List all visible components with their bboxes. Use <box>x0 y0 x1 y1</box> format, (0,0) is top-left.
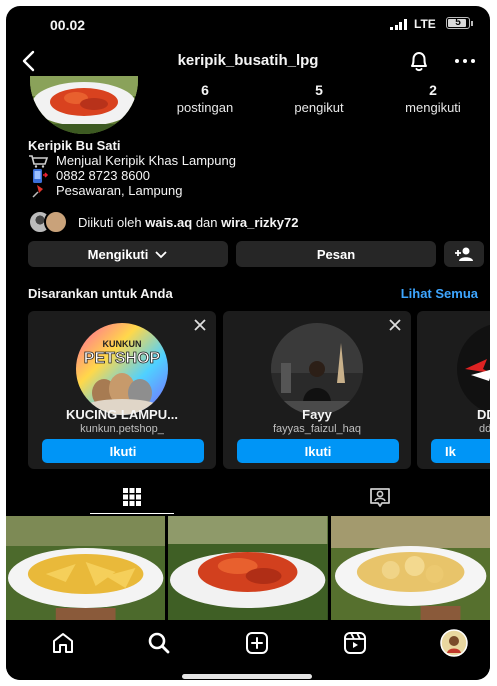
suggestion-title: Fayy <box>302 407 332 422</box>
follower-name: wais.aq <box>145 214 193 230</box>
bio-line-3: Pesawaran, Lampung <box>56 183 183 198</box>
bio-line-2[interactable]: 0882 8723 8600 <box>56 168 150 183</box>
following-button[interactable]: Mengikuti <box>28 241 228 267</box>
grid-icon <box>123 488 141 506</box>
suggestion-card[interactable]: Fayy fayyas_faizul_haq Ikuti <box>223 311 411 469</box>
logo-top-text: KUNKUN <box>103 339 142 349</box>
phone-icon <box>33 168 49 183</box>
home-icon[interactable] <box>50 630 76 656</box>
avatar <box>44 210 68 234</box>
follow-button[interactable]: Ikuti <box>237 439 399 463</box>
signal-icon <box>390 19 407 30</box>
suggestion-handle: fayyas_faizul_haq <box>272 423 362 435</box>
followed-by[interactable]: Diikuti oleh wais.aq dan wira_rizky72 <box>28 209 298 235</box>
follow-button[interactable]: Ikuti <box>42 439 204 463</box>
more-horizontal-icon[interactable] <box>452 48 478 74</box>
stat-number: 5 <box>315 82 323 98</box>
stat-posts[interactable]: 6 postingan <box>150 82 260 115</box>
network-type: LTE <box>414 17 436 31</box>
stat-number: 2 <box>429 82 437 98</box>
phone-screen: 00.02 LTE 5 keripik_busatih_lpg 6 postin… <box>6 6 490 680</box>
status-time: 00.02 <box>50 17 86 33</box>
stat-followers[interactable]: 5 pengikut <box>264 82 374 115</box>
suggestion-avatar: KUNKUN PETSHOP <box>76 323 168 415</box>
cart-icon <box>29 154 49 168</box>
home-indicator <box>182 674 312 679</box>
suggestion-handle: kunkun.petshop_ <box>80 423 164 435</box>
message-button[interactable]: Pesan <box>236 241 436 267</box>
profile-avatar[interactable] <box>30 76 138 134</box>
content-tabs <box>6 482 490 514</box>
bio-line-1: Menjual Keripik Khas Lampung <box>56 153 236 168</box>
stat-label: pengikut <box>294 100 344 115</box>
followed-by-text: Diikuti oleh wais.aq dan wira_rizky72 <box>78 214 299 230</box>
add-user-button[interactable] <box>444 241 484 267</box>
plus-square-icon[interactable] <box>244 630 270 656</box>
suggestion-title: KUCING LAMPU... <box>66 407 178 422</box>
close-icon[interactable] <box>194 319 206 331</box>
suggestions-header: Disarankan untuk Anda Lihat Semua <box>28 286 478 301</box>
search-icon[interactable] <box>146 630 172 656</box>
close-icon[interactable] <box>389 319 401 331</box>
tab-grid[interactable] <box>90 482 174 514</box>
bell-icon[interactable] <box>406 48 432 74</box>
suggestion-avatar <box>271 323 363 415</box>
post-grid <box>6 516 490 620</box>
stat-number: 6 <box>201 82 209 98</box>
stat-label: postingan <box>176 100 234 115</box>
message-button-label: Pesan <box>316 246 356 262</box>
add-user-icon <box>455 247 473 261</box>
see-all-link[interactable]: Lihat Semua <box>401 286 478 301</box>
bottom-nav <box>6 620 490 680</box>
suggestions-title: Disarankan untuk Anda <box>28 286 173 301</box>
tagged-icon <box>370 488 390 507</box>
suggestion-title: DD <box>477 407 490 422</box>
profile-actions: Mengikuti Pesan <box>28 241 490 267</box>
profile-stats: 6 postingan 5 pengikut 2 mengikuti <box>156 82 490 122</box>
battery-icon: 5 <box>446 17 473 29</box>
post-thumbnail[interactable] <box>330 516 490 620</box>
pin-icon <box>32 184 43 198</box>
profile-bio: Keripik Bu Sati Menjual Keripik Khas Lam… <box>28 138 236 198</box>
post-thumbnail[interactable] <box>168 516 328 620</box>
follow-button[interactable]: Ik <box>431 439 490 463</box>
stat-label: mengikuti <box>405 100 461 115</box>
stat-following[interactable]: 2 mengikuti <box>378 82 488 115</box>
logo-main-text: PETSHOP <box>84 350 161 367</box>
reels-icon[interactable] <box>342 630 368 656</box>
tab-tagged[interactable] <box>338 482 422 512</box>
suggestion-card[interactable]: DD dd_ Ik <box>417 311 490 469</box>
status-bar: 00.02 LTE 5 <box>6 6 490 42</box>
profile-header: keripik_busatih_lpg <box>6 46 490 76</box>
suggestion-avatar <box>457 323 490 415</box>
chevron-down-icon <box>155 251 167 259</box>
follower-name: wira_rizky72 <box>221 214 299 230</box>
battery-level: 5 <box>455 17 461 28</box>
profile-avatar-icon[interactable] <box>440 629 468 657</box>
suggestion-card[interactable]: KUNKUN PETSHOP KUCING LAMPU... kunkun.pe… <box>28 311 216 469</box>
post-thumbnail[interactable] <box>6 516 166 620</box>
profile-display-name: Keripik Bu Sati <box>28 138 121 153</box>
following-button-label: Mengikuti <box>87 246 149 262</box>
suggestion-handle: dd_ <box>479 423 490 435</box>
